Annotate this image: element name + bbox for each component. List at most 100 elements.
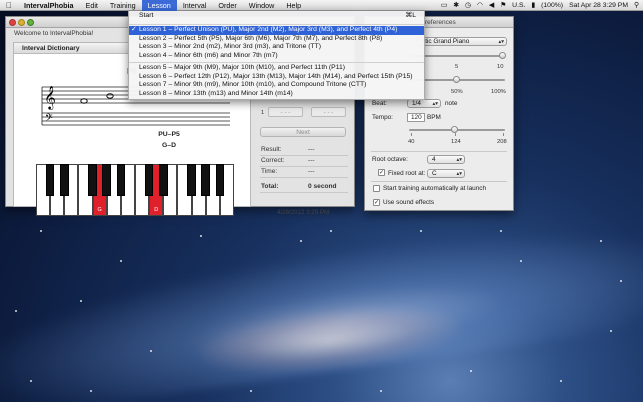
menu-item-lesson-3[interactable]: Lesson 3 – Minor 2nd (m2), Minor 3rd (m3…	[129, 43, 424, 52]
tempo-field[interactable]: 120	[407, 113, 425, 122]
fixed-root-checkbox[interactable]: ✓	[378, 169, 385, 176]
spotlight-icon[interactable]: ⚲	[634, 1, 639, 9]
star	[120, 260, 122, 262]
menu-edit[interactable]: Edit	[80, 0, 104, 11]
apple-menu-icon[interactable]: 	[0, 1, 18, 10]
minimize-window-icon[interactable]	[18, 19, 25, 26]
menu-app-name[interactable]: IntervalPhobia	[18, 0, 80, 11]
tempo-tick-label: 124	[451, 139, 461, 145]
desktop-galaxy	[0, 197, 643, 402]
beat-label: Beat:	[372, 100, 387, 107]
fixed-root-popup[interactable]: C ▴▾	[427, 169, 465, 178]
piano-black-key[interactable]	[144, 164, 154, 196]
screen-icon[interactable]: ▭	[441, 1, 447, 9]
star	[560, 380, 562, 382]
zoom-window-icon[interactable]	[27, 19, 34, 26]
star	[150, 350, 152, 352]
menu-interval[interactable]: Interval	[177, 0, 213, 11]
divider	[371, 151, 507, 152]
star	[300, 240, 302, 242]
star	[80, 300, 82, 302]
bass-clef-icon: 𝄢	[45, 112, 53, 126]
sound-effects-label: Use sound effects	[383, 199, 435, 206]
bluetooth-icon[interactable]: ✱	[453, 1, 459, 9]
next-button[interactable]: Next	[260, 127, 346, 137]
slider-tick	[455, 133, 456, 136]
piano-black-key[interactable]	[201, 164, 210, 196]
menu-training[interactable]: Training	[104, 0, 142, 11]
star	[380, 390, 382, 392]
speed-tick-label: 50%	[451, 89, 463, 95]
volume-slider-track[interactable]	[411, 55, 505, 57]
divider	[260, 166, 348, 167]
volume-icon[interactable]: ◀	[489, 1, 494, 9]
chevron-updown-icon: ▴▾	[456, 157, 462, 163]
interval-notes: G–D	[162, 142, 176, 149]
battery-icon[interactable]: ▮	[531, 1, 535, 9]
welcome-text: Welcome to IntervalPhobia!	[14, 30, 94, 37]
piano-black-key[interactable]	[60, 164, 69, 196]
slider-tick	[411, 133, 412, 136]
menu-item-lesson-4[interactable]: Lesson 4 – Minor 6th (m6) and Minor 7th …	[129, 52, 424, 61]
menu-item-lesson-1[interactable]: ✓ Lesson 1 – Perfect Unison (PU), Major …	[129, 26, 424, 35]
star	[420, 230, 422, 232]
menu-item-lesson-5[interactable]: Lesson 5 – Major 9th (M9), Major 10th (M…	[129, 64, 424, 73]
root-octave-popup[interactable]: 4 ▴▾	[427, 155, 465, 164]
root-octave-label: Root octave:	[372, 156, 408, 163]
star	[90, 390, 92, 392]
total-value: 0 second	[308, 183, 337, 190]
time-value: ---	[308, 168, 315, 175]
piano-black-key[interactable]	[187, 164, 196, 196]
sound-effects-checkbox[interactable]: ✓	[373, 199, 380, 206]
menu-lesson[interactable]: Lesson	[141, 0, 177, 11]
menu-item-start[interactable]: Start ⌘L	[129, 12, 424, 21]
menu-help[interactable]: Help	[280, 0, 307, 11]
beat-popup[interactable]: 1/4 ▴▾	[407, 99, 441, 108]
flag-icon[interactable]: ⚑	[500, 1, 506, 9]
auto-start-checkbox[interactable]	[373, 185, 380, 192]
star	[30, 380, 32, 382]
piano-black-key[interactable]	[45, 164, 55, 196]
note-g	[80, 98, 88, 104]
answer-field-2[interactable]: - - -	[311, 107, 346, 117]
star	[200, 235, 202, 237]
star	[15, 310, 17, 312]
instrument-popup[interactable]: stic Grand Piano ▴▾	[417, 37, 507, 46]
menu-window[interactable]: Window	[243, 0, 281, 11]
piano-black-key[interactable]	[159, 164, 168, 196]
keyboard-layout[interactable]: U.S.	[512, 2, 525, 9]
speed-tick-label: 100%	[491, 89, 506, 95]
timemachine-icon[interactable]: ◷	[465, 1, 471, 9]
answer-field-1[interactable]: - - -	[268, 107, 303, 117]
battery-percent[interactable]: (100%)	[541, 2, 563, 9]
piano-black-key[interactable]	[102, 164, 111, 196]
menu-item-lesson-8[interactable]: Lesson 8 – Minor 13th (m13) and Minor 14…	[129, 90, 424, 99]
piano-keyboard[interactable]: GD	[36, 164, 234, 216]
volume-slider-knob[interactable]	[499, 52, 506, 59]
speed-slider-knob[interactable]	[453, 76, 460, 83]
star	[470, 370, 472, 372]
chevron-updown-icon: ▴▾	[456, 171, 462, 177]
treble-clef-icon: 𝄞	[44, 85, 56, 110]
divider	[260, 192, 348, 193]
piano-black-key[interactable]	[116, 164, 126, 196]
volume-tick-label: 5	[455, 64, 459, 70]
menu-order[interactable]: Order	[212, 0, 242, 11]
close-window-icon[interactable]	[9, 19, 16, 26]
piano-black-key[interactable]	[215, 164, 225, 196]
result-label: Result:	[261, 146, 282, 153]
status-area: ▭ ✱ ◷ ◠ ◀ ⚑ U.S. ▮ (100%) Sat Apr 28 3:2…	[441, 1, 643, 10]
auto-start-label: Start training automatically at launch	[383, 185, 487, 192]
tempo-label: Tempo:	[372, 114, 393, 121]
clock[interactable]: Sat Apr 28 3:29 PM	[569, 2, 628, 9]
result-value: ---	[308, 146, 315, 153]
tempo-tick-label: 40	[408, 139, 415, 145]
wifi-icon[interactable]: ◠	[477, 1, 483, 9]
tempo-slider-knob[interactable]	[451, 126, 458, 133]
menu-item-lesson-6[interactable]: Lesson 6 – Perfect 12th (P12), Major 13t…	[129, 73, 424, 82]
menu-item-lesson-2[interactable]: Lesson 2 – Perfect 5th (P5), Major 6th (…	[129, 35, 424, 44]
divider	[371, 181, 507, 182]
piano-black-key[interactable]	[88, 164, 97, 196]
star	[330, 230, 332, 232]
menu-item-lesson-7[interactable]: Lesson 7 – Minor 9th (m9), Minor 10th (m…	[129, 81, 424, 90]
